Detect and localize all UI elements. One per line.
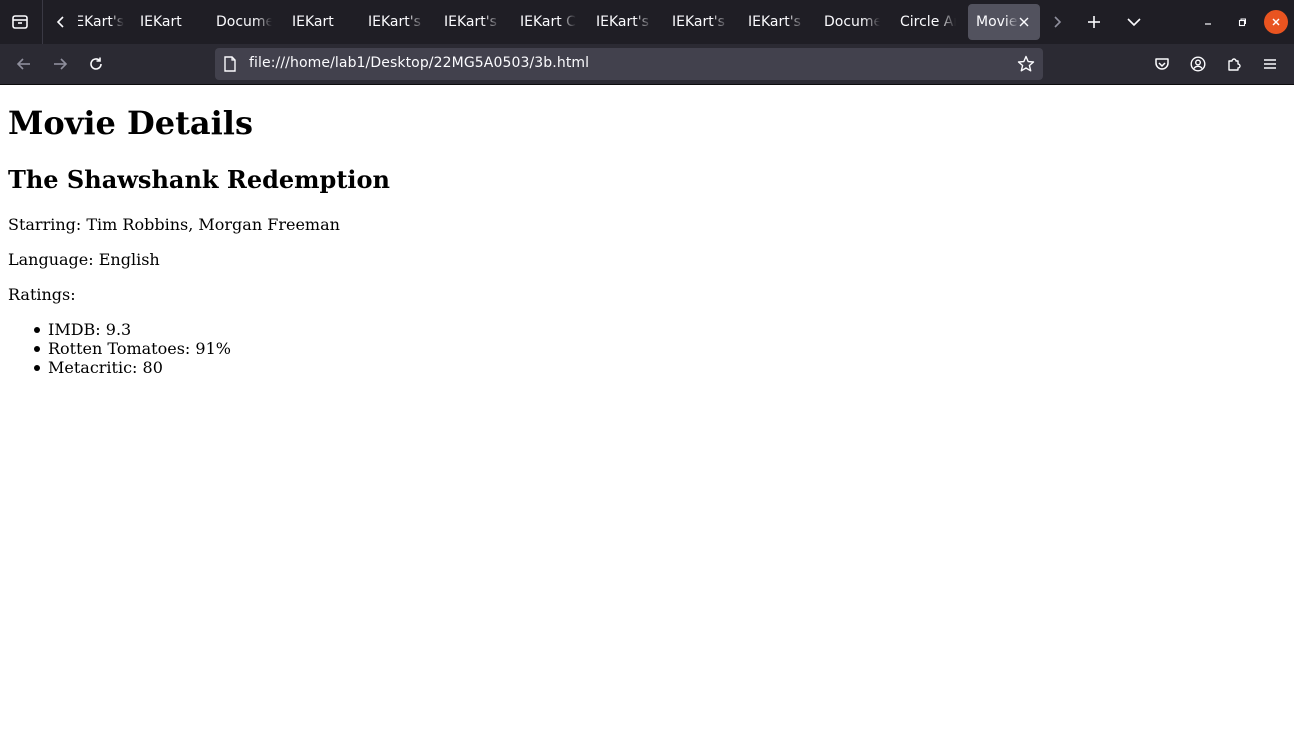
tab-label: IEKart bbox=[292, 14, 334, 30]
tab-label: IEKart's bbox=[78, 14, 124, 30]
address-bar[interactable]: file:///home/lab1/Desktop/22MG5A0503/3b.… bbox=[215, 48, 1043, 80]
tab-label: Document bbox=[216, 14, 272, 30]
tab[interactable]: Document bbox=[816, 4, 884, 40]
tab[interactable]: IEKart C bbox=[512, 4, 580, 40]
tab-label: IEKart C bbox=[520, 14, 576, 30]
tab[interactable]: IEKart's bbox=[360, 4, 428, 40]
tab[interactable]: IEKart's bbox=[664, 4, 732, 40]
star-icon[interactable] bbox=[1015, 53, 1037, 75]
starring-text: Starring: Tim Robbins, Morgan Freeman bbox=[8, 215, 340, 234]
tab-strip: IEKart's IEKart Document IEKart IEKart's… bbox=[0, 0, 1294, 44]
tab-label: IEKart's bbox=[596, 14, 649, 30]
tab[interactable]: IEKart's bbox=[436, 4, 504, 40]
tab-list-icon[interactable] bbox=[6, 8, 34, 36]
reload-icon[interactable] bbox=[82, 50, 110, 78]
arrow-left-icon[interactable] bbox=[10, 50, 38, 78]
tab-label: Circle Ar bbox=[900, 14, 956, 30]
navigation-toolbar: file:///home/lab1/Desktop/22MG5A0503/3b.… bbox=[0, 44, 1294, 85]
tab-label: IEKart's bbox=[672, 14, 725, 30]
plus-icon[interactable] bbox=[1080, 8, 1108, 36]
url-text[interactable]: file:///home/lab1/Desktop/22MG5A0503/3b.… bbox=[249, 55, 589, 71]
chevron-right-icon[interactable] bbox=[1043, 8, 1071, 36]
tab[interactable]: IEKart's bbox=[740, 4, 808, 40]
tab-separator bbox=[42, 0, 43, 44]
tab[interactable]: Circle Ar bbox=[892, 4, 960, 40]
movie-title: The Shawshank Redemption bbox=[8, 165, 390, 194]
tab-label: IEKart's bbox=[444, 14, 497, 30]
list-item: IMDB: 9.3 bbox=[8, 320, 231, 339]
tab-label: IEKart's bbox=[368, 14, 421, 30]
close-window-icon[interactable] bbox=[1264, 10, 1288, 34]
hamburger-menu-icon[interactable] bbox=[1256, 50, 1284, 78]
page-heading: Movie Details bbox=[8, 104, 253, 142]
tab-label: IEKart's bbox=[748, 14, 801, 30]
pocket-icon[interactable] bbox=[1148, 50, 1176, 78]
ratings-label: Ratings: bbox=[8, 285, 76, 304]
tab[interactable]: IEKart's bbox=[588, 4, 656, 40]
ratings-list: IMDB: 9.3 Rotten Tomatoes: 91% Metacriti… bbox=[8, 320, 231, 377]
account-icon[interactable] bbox=[1184, 50, 1212, 78]
arrow-right-icon[interactable] bbox=[46, 50, 74, 78]
file-icon bbox=[223, 56, 237, 76]
close-tab-icon[interactable] bbox=[1016, 14, 1032, 30]
puzzle-icon[interactable] bbox=[1220, 50, 1248, 78]
list-item: Rotten Tomatoes: 91% bbox=[8, 339, 231, 358]
tab[interactable]: Document bbox=[208, 4, 276, 40]
list-item: Metacritic: 80 bbox=[8, 358, 231, 377]
language-text: Language: English bbox=[8, 250, 160, 269]
tab-label: IEKart bbox=[140, 14, 182, 30]
tab-label: Movie bbox=[976, 14, 1018, 30]
restore-icon[interactable] bbox=[1230, 10, 1254, 34]
tab-active[interactable]: Movie bbox=[968, 4, 1040, 40]
tab-label: Document bbox=[824, 14, 880, 30]
chevron-down-icon[interactable] bbox=[1120, 8, 1148, 36]
tab[interactable]: IEKart bbox=[284, 4, 354, 40]
minimize-icon[interactable] bbox=[1196, 10, 1220, 34]
tab[interactable]: IEKart bbox=[132, 4, 202, 40]
page-content: Movie Details The Shawshank Redemption S… bbox=[0, 85, 1294, 741]
tab[interactable]: IEKart's bbox=[70, 4, 130, 40]
